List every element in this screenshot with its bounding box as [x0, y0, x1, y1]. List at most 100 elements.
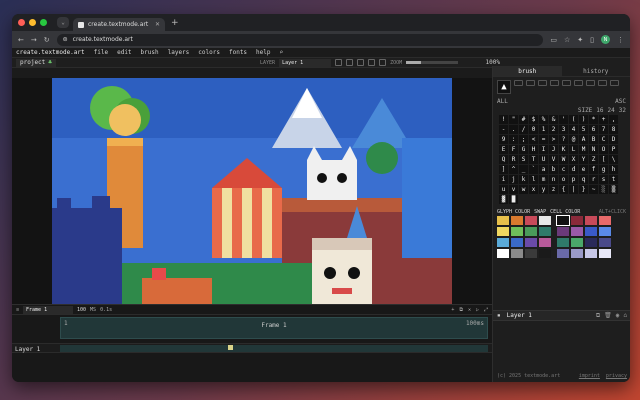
glyph-cell[interactable]: =	[539, 135, 548, 144]
imprint-link[interactable]: imprint	[579, 373, 600, 379]
glyph-cell[interactable]: z	[549, 185, 558, 194]
glyph-cell[interactable]: _	[519, 165, 528, 174]
browser-menu-icon[interactable]: ⋮	[617, 36, 624, 44]
glyph-cell[interactable]: w	[519, 185, 528, 194]
mirror-icon[interactable]	[379, 59, 387, 66]
glyph-cell[interactable]: d	[569, 165, 578, 174]
glyph-cell[interactable]: (	[569, 115, 578, 124]
close-tab-icon[interactable]: ✕	[155, 21, 160, 28]
project-tab[interactable]: project ♣	[16, 58, 56, 67]
cast-icon[interactable]: ▭	[550, 36, 557, 44]
glyph-cell[interactable]: A	[579, 135, 588, 144]
glyph-cell[interactable]: }	[579, 185, 588, 194]
glyph-cell[interactable]: >	[549, 135, 558, 144]
color-swatch[interactable]	[539, 238, 551, 247]
search-icon[interactable]: ⌕	[280, 49, 284, 56]
glyph-cell[interactable]: V	[549, 155, 558, 164]
color-swatch[interactable]	[525, 227, 537, 236]
glyph-cell[interactable]: *	[589, 115, 598, 124]
glyph-cell[interactable]: 0	[529, 125, 538, 134]
timeline-layer-bar[interactable]	[60, 345, 488, 352]
glyph-cell[interactable]: 9	[499, 135, 508, 144]
glyph-cell[interactable]: &	[549, 115, 558, 124]
glyph-cell[interactable]: k	[519, 175, 528, 184]
color-swatch[interactable]	[599, 216, 611, 225]
color-swatch[interactable]	[497, 216, 509, 225]
app-brand[interactable]: create.textmode.art	[16, 49, 85, 56]
keyframe-marker[interactable]	[228, 345, 233, 350]
add-frame-icon[interactable]: +	[451, 307, 454, 313]
color-swatch[interactable]	[599, 227, 611, 236]
color-swatch[interactable]	[585, 238, 597, 247]
glyph-cell[interactable]: s	[599, 175, 608, 184]
glyph-cell[interactable]: <	[529, 135, 538, 144]
glyph-cell[interactable]: 3	[559, 125, 568, 134]
glyph-cell[interactable]: O	[599, 145, 608, 154]
glyph-cell[interactable]: c	[559, 165, 568, 174]
rect-tool-icon[interactable]	[562, 80, 571, 86]
picker-tool-icon[interactable]	[586, 80, 595, 86]
glyph-cell[interactable]: /	[519, 125, 528, 134]
glyph-cell[interactable]: x	[529, 185, 538, 194]
color-swatch[interactable]	[525, 216, 537, 225]
glyph-cell[interactable]: H	[529, 145, 538, 154]
ellipse-tool-icon[interactable]	[574, 80, 583, 86]
color-swatch[interactable]	[557, 238, 569, 247]
glyph-cell[interactable]: e	[579, 165, 588, 174]
color-swatch[interactable]	[511, 227, 523, 236]
glyph-cell[interactable]: C	[599, 135, 608, 144]
color-swatch[interactable]	[497, 249, 509, 258]
color-swatch[interactable]	[497, 227, 509, 236]
glyph-cell[interactable]: :	[509, 135, 518, 144]
glyph-cell[interactable]: .	[509, 125, 518, 134]
text-tool-icon[interactable]	[335, 59, 343, 66]
close-window-icon[interactable]	[18, 19, 25, 26]
glyph-cell[interactable]: \	[609, 155, 618, 164]
glyph-cell[interactable]: 2	[549, 125, 558, 134]
glyph-cell[interactable]: +	[599, 115, 608, 124]
glyph-cell[interactable]: @	[569, 135, 578, 144]
frame-name-input[interactable]: Frame 1	[23, 305, 74, 314]
artwork-canvas[interactable]	[52, 78, 452, 307]
color-swatch[interactable]	[599, 238, 611, 247]
glyph-cell[interactable]: [	[599, 155, 608, 164]
duplicate-frame-icon[interactable]: ⧉	[459, 307, 463, 313]
glyph-cell[interactable]: !	[499, 115, 508, 124]
color-swatch[interactable]	[571, 227, 583, 236]
color-swatch[interactable]	[571, 216, 583, 225]
grid-icon[interactable]	[368, 59, 376, 66]
glyph-cell[interactable]: F	[509, 145, 518, 154]
glyph-cell[interactable]: "	[509, 115, 518, 124]
glyph-cell[interactable]: p	[569, 175, 578, 184]
glyph-cell[interactable]: D	[609, 135, 618, 144]
delete-frame-icon[interactable]: ✕	[468, 307, 471, 313]
bookmark-star-icon[interactable]: ☆	[564, 36, 570, 44]
pencil-tool-icon[interactable]	[514, 80, 523, 86]
frame-duration-input[interactable]: 100	[77, 307, 86, 313]
profile-avatar[interactable]: N	[601, 35, 610, 44]
glyph-cell[interactable]: Q	[499, 155, 508, 164]
address-bar[interactable]: ⊜ create.textmode.art	[56, 33, 544, 46]
glyph-cell[interactable]: E	[499, 145, 508, 154]
glyph-cell[interactable]: Y	[579, 155, 588, 164]
line-tool-icon[interactable]	[550, 80, 559, 86]
glyph-cell[interactable]: G	[519, 145, 528, 154]
glyph-cell[interactable]: J	[549, 145, 558, 154]
menu-layers[interactable]: layers	[168, 49, 190, 56]
glyph-cell[interactable]: #	[519, 115, 528, 124]
glyph-cell[interactable]: %	[539, 115, 548, 124]
glyph-cell[interactable]: ░	[599, 185, 608, 194]
privacy-link[interactable]: privacy	[606, 373, 627, 379]
glyph-size-16[interactable]: 16	[596, 107, 603, 114]
glyph-set-right[interactable]: ASC	[615, 98, 626, 105]
glyph-cell[interactable]: r	[589, 175, 598, 184]
glyph-cell[interactable]: )	[579, 115, 588, 124]
color-swatch[interactable]	[585, 216, 597, 225]
layer-select[interactable]: Layer 1	[279, 58, 332, 67]
frame-cell[interactable]: 1 Frame 1 100ms	[60, 317, 488, 339]
hide-layer-icon[interactable]: ◉	[616, 312, 620, 320]
glyph-cell[interactable]: ▓	[499, 195, 508, 204]
timeline-menu-icon[interactable]: ≡	[16, 307, 19, 313]
color-swatch[interactable]	[539, 249, 551, 258]
glyph-cell[interactable]: ,	[609, 115, 618, 124]
